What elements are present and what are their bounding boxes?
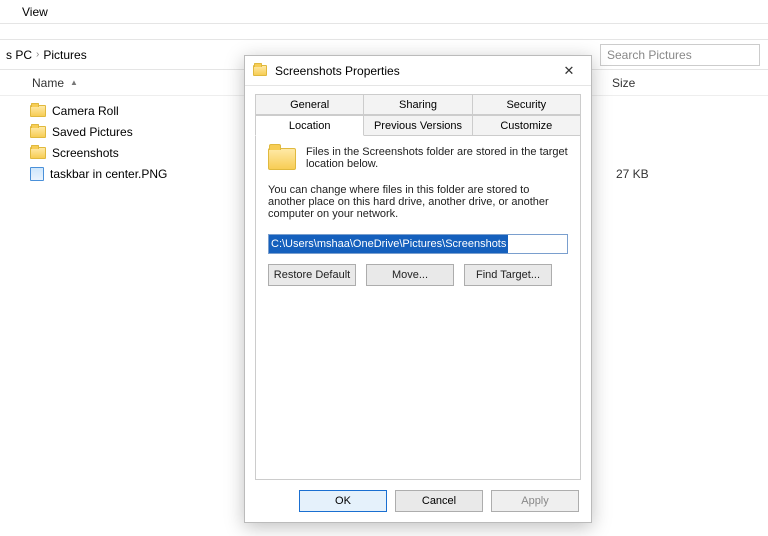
folder-icon xyxy=(253,65,267,76)
folder-icon xyxy=(268,148,296,170)
image-file-icon xyxy=(30,167,44,181)
dialog-titlebar[interactable]: Screenshots Properties ✕ xyxy=(245,56,591,86)
list-item-label: Screenshots xyxy=(52,146,119,160)
list-item-label: Saved Pictures xyxy=(52,125,133,139)
move-button[interactable]: Move... xyxy=(366,264,454,286)
ok-button[interactable]: OK xyxy=(299,490,387,512)
column-header-name-label: Name xyxy=(32,76,64,90)
column-header-size[interactable]: Size xyxy=(608,76,768,90)
tab-previous-versions[interactable]: Previous Versions xyxy=(363,115,472,136)
size-value: 27 KB xyxy=(612,167,649,181)
location-path-value: C:\Users\mshaa\OneDrive\Pictures\Screens… xyxy=(269,235,508,253)
restore-default-button[interactable]: Restore Default xyxy=(268,264,356,286)
list-item-label: Camera Roll xyxy=(52,104,119,118)
breadcrumb-part[interactable]: Pictures xyxy=(43,48,86,62)
close-button[interactable]: ✕ xyxy=(555,61,583,81)
tab-general[interactable]: General xyxy=(255,94,364,115)
folder-icon xyxy=(30,147,46,159)
find-target-button[interactable]: Find Target... xyxy=(464,264,552,286)
folder-icon xyxy=(30,126,46,138)
apply-button[interactable]: Apply xyxy=(491,490,579,512)
tab-location[interactable]: Location xyxy=(255,115,364,136)
ribbon-strip xyxy=(0,24,768,40)
search-input[interactable]: Search Pictures xyxy=(600,44,760,66)
folder-icon xyxy=(30,105,46,117)
tab-customize[interactable]: Customize xyxy=(472,115,581,136)
breadcrumb-part[interactable]: s PC xyxy=(6,48,32,62)
size-cell xyxy=(608,121,768,142)
close-icon: ✕ xyxy=(564,63,575,79)
tab-sharing[interactable]: Sharing xyxy=(363,94,472,115)
size-cell xyxy=(608,100,768,121)
properties-dialog: Screenshots Properties ✕ General Sharing… xyxy=(244,55,592,523)
location-path-input[interactable]: C:\Users\mshaa\OneDrive\Pictures\Screens… xyxy=(268,234,568,254)
size-cell xyxy=(608,142,768,163)
sort-asc-icon: ▲ xyxy=(70,78,78,87)
tab-security[interactable]: Security xyxy=(472,94,581,115)
ribbon-view-tab[interactable]: View xyxy=(0,0,768,24)
size-cell: 27 KB xyxy=(608,163,768,184)
cancel-button[interactable]: Cancel xyxy=(395,490,483,512)
search-placeholder: Search Pictures xyxy=(607,48,692,62)
column-header-size-label: Size xyxy=(612,76,635,90)
location-description-1: Files in the Screenshots folder are stor… xyxy=(306,146,568,170)
location-description-2: You can change where files in this folde… xyxy=(268,184,568,220)
dialog-title: Screenshots Properties xyxy=(275,64,547,78)
chevron-right-icon: › xyxy=(36,49,39,60)
list-item-label: taskbar in center.PNG xyxy=(50,167,167,181)
